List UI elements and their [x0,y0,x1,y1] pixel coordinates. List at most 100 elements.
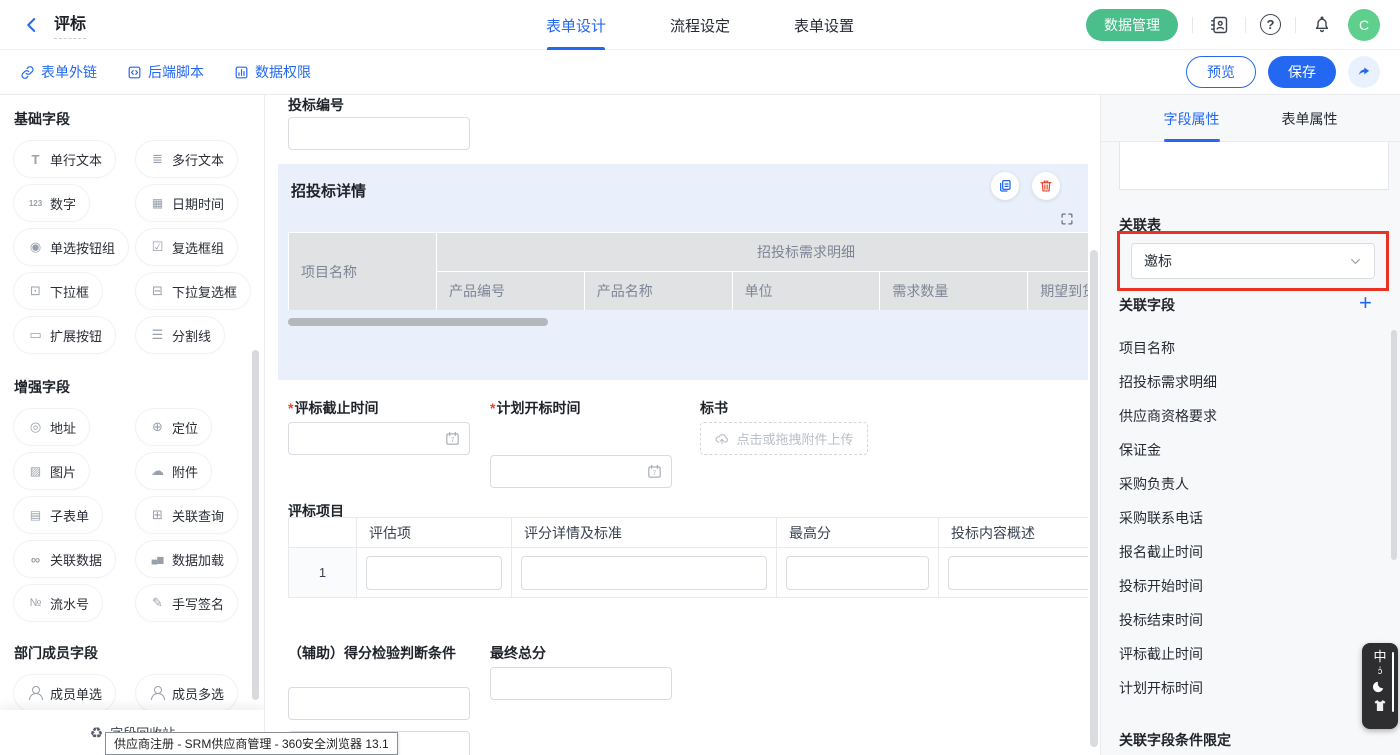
field-type-linked-query[interactable]: 关联查询 [136,497,237,533]
sidebar-scrollbar[interactable] [252,350,259,700]
property-textarea[interactable] [1119,142,1389,190]
field-type-single-line-text[interactable]: 单行文本 [14,141,115,177]
list-item[interactable]: 采购负责人 [1119,467,1217,501]
divider-icon [149,327,166,343]
eval-deadline-input[interactable]: 7 [288,422,470,455]
list-item[interactable]: 采购联系电话 [1119,501,1217,535]
data-manage-button[interactable]: 数据管理 [1086,9,1178,41]
bid-number-label: 投标编号 [288,95,344,115]
field-type-checkbox-group[interactable]: 复选框组 [136,229,237,265]
field-type-divider[interactable]: 分割线 [136,317,224,353]
list-item[interactable]: 保证金 [1119,433,1217,467]
data-permission-icon [234,65,249,80]
section-title-basic: 基础字段 [14,109,250,129]
field-type-member-multi[interactable]: 成员多选 [136,675,237,711]
moon-icon[interactable] [1372,679,1388,695]
preview-button[interactable]: 预览 [1186,56,1256,88]
list-item[interactable]: 投标结束时间 [1119,603,1217,637]
field-type-attachment[interactable]: 附件 [136,453,211,489]
field-type-number[interactable]: 数字 [14,185,89,221]
contact-book-icon[interactable] [1207,13,1231,37]
field-type-address[interactable]: 地址 [14,409,89,445]
save-button[interactable]: 保存 [1268,56,1336,88]
score-detail-input[interactable] [521,556,767,590]
list-item[interactable]: 评标截止时间 [1119,637,1217,671]
properties-panel: 字段属性 表单属性 关联表 邀标 关联字段 + 项目名称 招投标需求明细 供应商… [1100,95,1400,755]
open-time-input[interactable]: 7 [490,455,672,488]
linked-data-icon [27,551,44,567]
tab-form-design[interactable]: 表单设计 [546,0,606,50]
field-type-signature[interactable]: 手写签名 [136,585,237,621]
lang-zh-label[interactable]: 中 [1373,650,1386,664]
external-link-icon [20,65,35,80]
list-item[interactable]: 投标开始时间 [1119,569,1217,603]
field-type-data-load[interactable]: 数据加载 [136,541,237,577]
lang-mini-icon: ɔ̓ [1378,667,1383,676]
select-icon [27,283,44,299]
aux-condition-input[interactable] [288,687,470,720]
field-type-member-single[interactable]: 成员单选 [14,675,115,711]
field-type-radio-group[interactable]: 单选按钮组 [14,229,128,265]
list-item[interactable]: 招投标需求明细 [1119,365,1217,399]
extend-button-icon [27,327,44,343]
related-field-list: 项目名称 招投标需求明细 供应商资格要求 保证金 采购负责人 采购联系电话 报名… [1119,331,1217,705]
data-permission-link: 数据权限 [234,62,311,82]
field-type-serial-number[interactable]: 流水号 [14,585,102,621]
calendar-icon: 7 [444,430,461,447]
divider [1245,17,1246,33]
add-related-field-button[interactable]: + [1359,293,1372,313]
properties-scrollbar[interactable] [1391,330,1397,560]
field-type-multi-line-text[interactable]: 多行文本 [136,141,237,177]
translate-extension-widget[interactable]: 中 ɔ̓ [1362,643,1398,729]
list-item[interactable]: 项目名称 [1119,331,1217,365]
column-header-project: 项目名称 [289,233,437,311]
bid-detail-panel[interactable]: 招投标详情 项目名称 招投标需求明细 产品编号 产品名称 单位 需求数量 期望到 [278,164,1088,380]
bid-content-input[interactable] [948,556,1088,590]
field-type-subform[interactable]: 子表单 [14,497,102,533]
help-icon[interactable]: ? [1260,14,1281,35]
tab-form-properties[interactable]: 表单属性 [1282,95,1338,142]
list-item[interactable]: 报名截止时间 [1119,535,1217,569]
tab-field-properties[interactable]: 字段属性 [1164,95,1220,142]
delete-field-button[interactable] [1032,172,1060,200]
field-type-location[interactable]: 定位 [136,409,211,445]
field-palette-sidebar: 基础字段 单行文本 多行文本 数字 日期时间 单选按钮组 复选框组 下拉框 下拉… [0,95,265,755]
list-item[interactable]: 计划开标时间 [1119,671,1217,705]
horizontal-scrollbar[interactable] [288,318,548,326]
notification-bell-icon[interactable] [1310,13,1334,37]
max-score-input[interactable] [786,556,929,590]
svg-text:7: 7 [451,437,455,444]
share-button[interactable] [1348,56,1380,88]
tab-form-setting[interactable]: 表单设置 [794,0,854,50]
bid-number-input[interactable] [288,117,470,150]
copy-field-button[interactable] [991,172,1019,200]
upload-dropzone[interactable]: 点击或拖拽附件上传 [700,422,868,455]
eval-item-input[interactable] [366,556,502,590]
back-button[interactable] [20,13,44,37]
column-header-index [289,518,357,548]
expand-icon[interactable] [1058,210,1076,228]
canvas-scrollbar[interactable] [1090,250,1098,747]
final-score-input[interactable] [490,667,672,700]
eval-items-table: 评估项 评分详情及标准 最高分 投标内容概述 1 [288,517,1088,649]
field-type-image[interactable]: 图片 [14,453,89,489]
column-group-header: 招投标需求明细 [437,233,1089,272]
row-index: 1 [289,548,357,598]
list-item[interactable]: 供应商资格要求 [1119,399,1217,433]
member-single-icon [27,685,44,701]
tab-flow-setting[interactable]: 流程设定 [670,0,730,50]
checkbox-group-icon [149,239,166,255]
field-type-select[interactable]: 下拉框 [14,273,102,309]
page-title[interactable]: 评标 [54,10,86,39]
related-table-select[interactable]: 邀标 [1131,243,1375,279]
field-type-linked-data[interactable]: 关联数据 [14,541,115,577]
avatar[interactable]: C [1348,9,1380,41]
serial-number-icon [27,595,44,611]
field-type-datetime[interactable]: 日期时间 [136,185,237,221]
share-arrow-icon [1356,64,1372,80]
shirt-icon[interactable] [1372,698,1388,713]
form-toolbar: 表单外链 后端脚本 数据权限 预览 保存 [0,50,1400,95]
field-type-extend-button[interactable]: 扩展按钮 [14,317,115,353]
recycle-icon: ♻ [90,724,103,742]
field-type-multi-select[interactable]: 下拉复选框 [136,273,250,309]
